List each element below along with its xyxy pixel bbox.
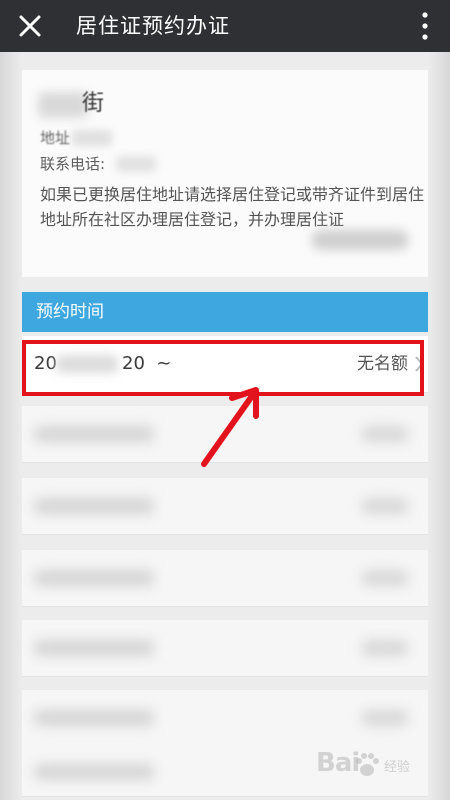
more-vertical-icon (422, 12, 428, 40)
page-title: 居住证预约办证 (76, 14, 230, 38)
title-bar: 居住证预约办证 (0, 0, 450, 52)
redacted-slot-date (34, 426, 154, 442)
time-slot-row[interactable] (22, 478, 428, 535)
slot-quota: 无名额 (357, 354, 408, 374)
time-slot-row[interactable] (22, 620, 428, 677)
redacted-slot-date (34, 764, 154, 780)
notice-text: 如果已更换居住地址请选择居住登记或带齐证件到居住地址所在社区办理居住登记，并办理… (40, 185, 425, 229)
watermark-sub: 经验 (384, 760, 411, 775)
time-slot-row[interactable] (22, 550, 428, 607)
redacted-slot-date (34, 498, 154, 514)
chevron-right-icon (415, 356, 424, 372)
address-label: 地址 (40, 129, 71, 147)
close-button[interactable] (12, 8, 48, 44)
redacted-address (72, 130, 112, 146)
redacted-name (38, 92, 88, 118)
slot-date-prefix: 20 (34, 353, 57, 374)
phone-label: 联系电话: (40, 155, 106, 173)
blur-edge-left (0, 52, 22, 800)
section-title: 预约时间 (36, 302, 104, 322)
redacted-slot-date (34, 570, 154, 586)
time-slot-row[interactable] (22, 690, 428, 747)
more-button[interactable] (418, 10, 432, 42)
info-card: 街 地址 联系电话: 如果已更换居住地址请选择居住登记或带齐证件到居住地址所在社… (22, 70, 428, 277)
slot-date-suffix: 20 ~ (122, 353, 172, 374)
redacted-slot-quota (362, 710, 408, 726)
redacted-slot-date (34, 640, 154, 656)
appointment-time-header: 预约时间 (22, 292, 428, 332)
redacted-slot-quota (362, 570, 408, 586)
close-icon (19, 15, 41, 37)
redacted-date (56, 355, 118, 373)
redacted-slot-quota (362, 498, 408, 514)
redacted-phone (116, 156, 156, 172)
time-slot-row[interactable]: 20 20 ~ 无名额 (22, 336, 428, 393)
redacted-signature (312, 230, 408, 250)
baidu-watermark: Bai 经验 (292, 740, 442, 790)
redacted-slot-quota (362, 640, 408, 656)
blur-edge-right (428, 52, 450, 800)
watermark-brand: Bai (316, 748, 360, 778)
office-name: 街 (82, 91, 105, 116)
redacted-slot-quota (362, 426, 408, 442)
redacted-slot-date (34, 710, 154, 726)
time-slot-row[interactable] (22, 406, 428, 463)
